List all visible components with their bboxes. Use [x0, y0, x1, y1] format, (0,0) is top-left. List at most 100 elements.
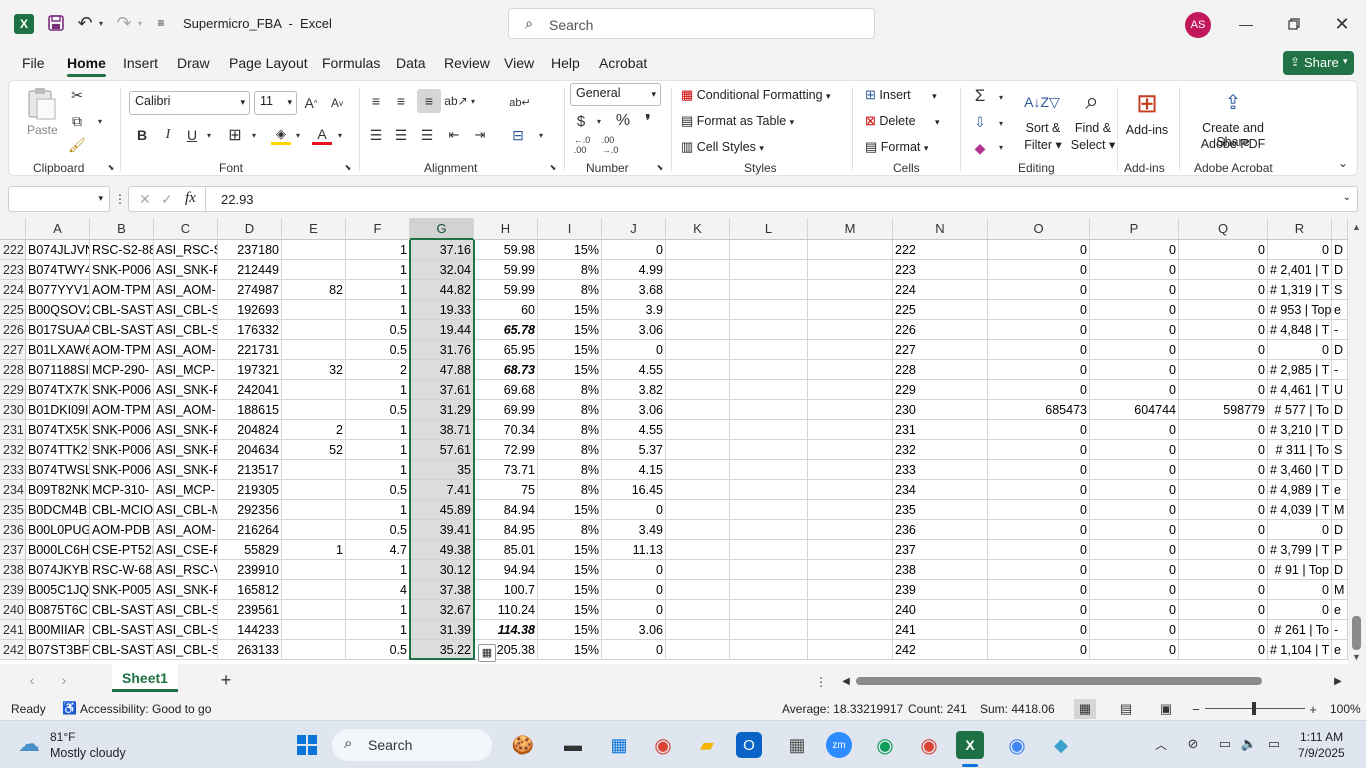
cell-g[interactable]: 47.88 [410, 360, 474, 380]
cell-s[interactable]: S [1332, 440, 1348, 460]
cell-s[interactable]: - [1332, 620, 1348, 640]
cell-s[interactable]: U [1332, 380, 1348, 400]
cell-n[interactable]: 240 [893, 600, 988, 620]
cell-l[interactable] [730, 620, 808, 640]
cell-p[interactable]: 0 [1090, 580, 1179, 600]
cell-a[interactable]: B0875T6C [26, 600, 90, 620]
font-name-select[interactable]: Calibri ▾ [129, 91, 250, 115]
name-box[interactable]: ▾ [8, 186, 110, 212]
cell-d[interactable]: 216264 [218, 520, 282, 540]
column-header-c[interactable]: C [154, 218, 218, 240]
cell-i[interactable]: 8% [538, 520, 602, 540]
cell-e[interactable] [282, 480, 346, 500]
cell-a[interactable]: B074TWY4 [26, 260, 90, 280]
cell-r[interactable]: # 2,401 | T [1268, 260, 1332, 280]
search-box[interactable]: ⌕ Search [508, 8, 875, 39]
save-icon[interactable] [46, 13, 66, 33]
cell-b[interactable]: SNK-P006 [90, 420, 154, 440]
cell-o[interactable]: 0 [988, 620, 1090, 640]
cell-a[interactable]: B01LXAW6 [26, 340, 90, 360]
cell-q[interactable]: 0 [1179, 480, 1268, 500]
cell-l[interactable] [730, 560, 808, 580]
cell-o[interactable]: 0 [988, 500, 1090, 520]
cell-g[interactable]: 39.41 [410, 520, 474, 540]
cell-h[interactable]: 114.38 [474, 620, 538, 640]
cell-l[interactable] [730, 600, 808, 620]
row-header[interactable]: 239 [0, 580, 26, 600]
windows-start-icon[interactable] [292, 730, 322, 760]
cell-q[interactable]: 0 [1179, 520, 1268, 540]
cell-h[interactable]: 68.73 [474, 360, 538, 380]
cell-d[interactable]: 212449 [218, 260, 282, 280]
cell-p[interactable]: 0 [1090, 260, 1179, 280]
column-header-o[interactable]: O [988, 218, 1090, 240]
cell-b[interactable]: SNK-P006 [90, 260, 154, 280]
cell-e[interactable] [282, 620, 346, 640]
bold-icon[interactable]: B [133, 125, 151, 145]
cell-l[interactable] [730, 260, 808, 280]
row-header[interactable]: 231 [0, 420, 26, 440]
cell-j[interactable]: 3.06 [602, 400, 666, 420]
copy-dropdown-icon[interactable]: ▾ [95, 113, 105, 129]
cell-a[interactable]: B074TX5K [26, 420, 90, 440]
cell-r[interactable]: # 4,461 | T [1268, 380, 1332, 400]
cell-p[interactable]: 0 [1090, 420, 1179, 440]
cell-p[interactable]: 0 [1090, 640, 1179, 660]
cell-o[interactable]: 0 [988, 480, 1090, 500]
scroll-up-icon[interactable]: ▲ [1352, 222, 1361, 232]
font-color-dropdown-icon[interactable]: ▾ [335, 127, 345, 143]
cell-q[interactable]: 0 [1179, 440, 1268, 460]
cell-b[interactable]: RSC-S2-88 [90, 240, 154, 260]
accessibility-icon[interactable]: ♿ [62, 701, 77, 715]
align-right-icon[interactable]: ☰ [417, 125, 437, 145]
cell-m[interactable] [808, 520, 893, 540]
cell-o[interactable]: 0 [988, 560, 1090, 580]
cell-b[interactable]: CSE-PT52L [90, 540, 154, 560]
cell-s[interactable]: M [1332, 580, 1348, 600]
cell-j[interactable]: 0 [602, 240, 666, 260]
cell-e[interactable]: 52 [282, 440, 346, 460]
align-left-icon[interactable]: ☰ [366, 125, 386, 145]
chrome-icon[interactable]: ◉ [648, 730, 678, 760]
orientation-dropdown-icon[interactable]: ▾ [468, 93, 478, 109]
cell-f[interactable]: 1 [346, 260, 410, 280]
horizontal-scrollbar-thumb[interactable] [856, 677, 1262, 685]
cell-n[interactable]: 226 [893, 320, 988, 340]
cell-d[interactable]: 55829 [218, 540, 282, 560]
cell-h[interactable]: 73.71 [474, 460, 538, 480]
cell-i[interactable]: 15% [538, 560, 602, 580]
cell-n[interactable]: 229 [893, 380, 988, 400]
cell-s[interactable]: S [1332, 280, 1348, 300]
cell-o[interactable]: 0 [988, 540, 1090, 560]
cell-k[interactable] [666, 320, 730, 340]
cell-e[interactable]: 1 [282, 540, 346, 560]
decrease-font-icon[interactable]: Av [327, 93, 347, 113]
cell-m[interactable] [808, 380, 893, 400]
cell-l[interactable] [730, 480, 808, 500]
cell-h[interactable]: 59.99 [474, 260, 538, 280]
cell-l[interactable] [730, 280, 808, 300]
avatar[interactable]: AS [1185, 12, 1211, 38]
cell-r[interactable]: # 261 | To [1268, 620, 1332, 640]
cell-m[interactable] [808, 460, 893, 480]
cell-a[interactable]: B005C1JQ [26, 580, 90, 600]
normal-view-icon[interactable]: ▦ [1074, 699, 1096, 719]
chrome-profile-icon[interactable]: ◉ [870, 730, 900, 760]
cell-g[interactable]: 49.38 [410, 540, 474, 560]
cell-c[interactable]: ASI_SNK-F [154, 420, 218, 440]
row-header[interactable]: 237 [0, 540, 26, 560]
column-header-f[interactable]: F [346, 218, 410, 240]
cell-l[interactable] [730, 520, 808, 540]
cell-r[interactable]: # 953 | Top [1268, 300, 1332, 320]
cell-r[interactable]: # 577 | To [1268, 400, 1332, 420]
cell-g[interactable]: 35.22 [410, 640, 474, 660]
cell-h[interactable]: 110.24 [474, 600, 538, 620]
cell-styles-button[interactable]: ▥ Cell Styles ▾ [681, 139, 764, 155]
cell-k[interactable] [666, 580, 730, 600]
align-bottom-icon[interactable]: ≡ [417, 89, 441, 113]
cell-s[interactable]: D [1332, 240, 1348, 260]
tab-help[interactable]: Help [551, 55, 580, 71]
cell-n[interactable]: 237 [893, 540, 988, 560]
cell-c[interactable]: ASI_CBL-S [154, 600, 218, 620]
column-header-m[interactable]: M [808, 218, 893, 240]
